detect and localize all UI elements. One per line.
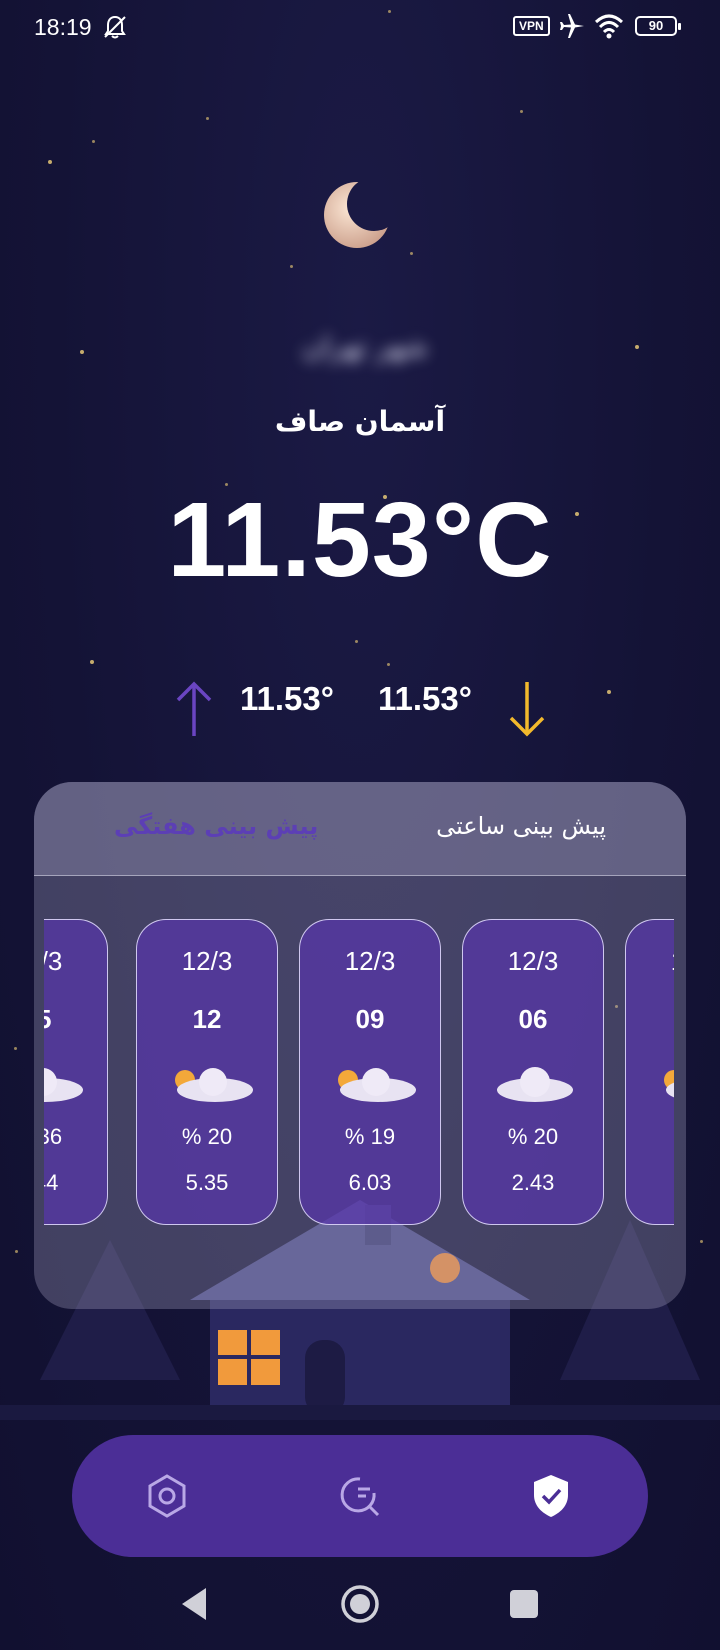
- battery-icon: 90: [635, 16, 681, 36]
- arrow-up-icon: [176, 681, 212, 736]
- airplane-icon: [560, 14, 584, 38]
- forecast-panel: پیش بینی ساعتی پیش بینی هفتگی 12/3 15 % …: [34, 782, 686, 1309]
- forecast-humidity: % 20: [181, 1124, 233, 1149]
- forecast-wind: 2.43: [511, 1170, 555, 1195]
- bottom-navigation: [72, 1435, 648, 1557]
- status-time: 18:19: [34, 14, 92, 40]
- settings-hexagon-icon[interactable]: [142, 1471, 192, 1521]
- back-icon[interactable]: [172, 1582, 216, 1626]
- arrow-down-icon: [509, 682, 545, 737]
- forecast-hour: 12: [192, 1004, 222, 1034]
- shield-check-icon[interactable]: [526, 1471, 576, 1521]
- city-name: شهر تهران: [302, 330, 428, 363]
- forecast-tabs: پیش بینی ساعتی پیش بینی هفتگی: [34, 782, 686, 876]
- forecast-hour: 03: [626, 1004, 674, 1035]
- max-temperature: 11.53°: [240, 680, 334, 717]
- forecast-hour: 06: [518, 1004, 548, 1034]
- forecast-date: 12/3: [507, 946, 559, 976]
- search-location-icon[interactable]: [334, 1471, 384, 1521]
- forecast-date: 12/3: [626, 946, 674, 977]
- forecast-humidity: % 36: [44, 1124, 63, 1149]
- forecast-card[interactable]: 12/3 12 % 20 5.35: [136, 919, 278, 1225]
- forecast-card[interactable]: 12/3 15 % 36 3.44: [44, 919, 108, 1225]
- partly-cloudy-icon: [338, 1068, 416, 1102]
- forecast-wind: 1: [626, 1170, 674, 1196]
- tab-hourly-forecast[interactable]: پیش بینی ساعتی: [436, 812, 606, 840]
- forecast-wind: 5.35: [185, 1170, 229, 1195]
- forecast-hour: 15: [44, 1004, 52, 1034]
- system-navigation-bar: [0, 1570, 720, 1650]
- tab-weekly-forecast[interactable]: پیش بینی هفتگی: [114, 812, 318, 840]
- current-temperature: 11.53°C: [167, 481, 553, 599]
- forecast-wind: 3.44: [44, 1170, 59, 1195]
- forecast-wind: 6.03: [348, 1170, 392, 1195]
- forecast-card[interactable]: 12/3 06 % 20 2.43: [462, 919, 604, 1225]
- forecast-date: 12/3: [44, 946, 63, 976]
- forecast-card-list[interactable]: 12/3 15 % 36 3.44 12/3 12 % 20 5.35 12/3…: [44, 919, 674, 1229]
- cloud-icon: [497, 1067, 573, 1102]
- status-bar: 18:19 VPN 90: [0, 0, 720, 56]
- partly-cloudy-icon: [175, 1068, 253, 1102]
- min-temperature: 11.53°: [378, 680, 472, 717]
- wifi-icon: [594, 14, 624, 39]
- partly-cloudy-icon: [44, 1068, 83, 1102]
- forecast-humidity: % 20: [507, 1124, 559, 1149]
- forecast-date: 12/3: [181, 946, 233, 976]
- forecast-date: 12/3: [344, 946, 396, 976]
- home-icon[interactable]: [338, 1582, 382, 1626]
- weather-condition: آسمان صاف: [274, 405, 446, 438]
- crescent-moon-icon: [324, 182, 390, 248]
- recents-icon[interactable]: [502, 1582, 546, 1626]
- vpn-indicator: VPN: [513, 16, 550, 36]
- forecast-hour: 09: [355, 1004, 385, 1034]
- forecast-card[interactable]: 12/3 09 % 19 6.03: [299, 919, 441, 1225]
- forecast-humidity: % 19: [344, 1124, 396, 1149]
- forecast-card[interactable]: 12/3 03 % 1 1: [625, 919, 674, 1225]
- bell-off-icon: [104, 15, 126, 39]
- forecast-humidity: % 1: [626, 1124, 674, 1150]
- partly-cloudy-icon: [664, 1070, 674, 1098]
